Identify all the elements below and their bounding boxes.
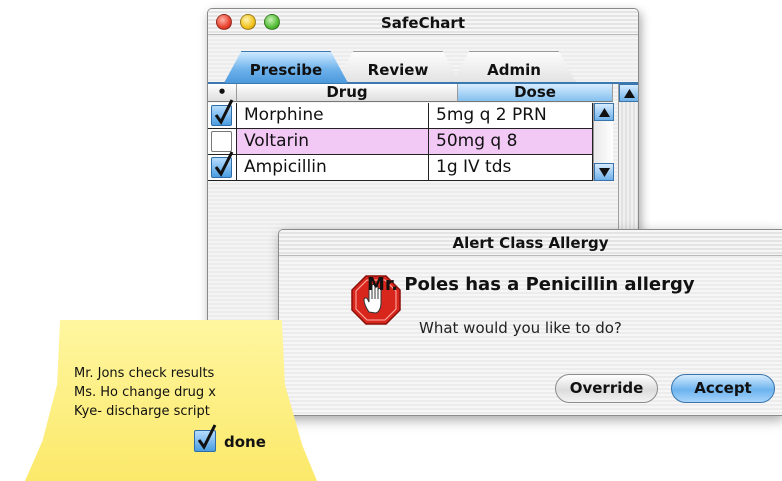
table-scrollbar[interactable]: [593, 103, 614, 181]
row-checkbox[interactable]: [211, 131, 232, 152]
drug-cell: Morphine: [237, 103, 429, 128]
window-scroll-up-button[interactable]: [619, 84, 638, 102]
table-row[interactable]: Morphine 5mg q 2 PRN: [208, 99, 593, 129]
dose-column-header[interactable]: Dose: [458, 84, 613, 102]
arrow-up-icon: [624, 89, 635, 98]
done-label: done: [224, 433, 266, 451]
done-checkbox[interactable]: [194, 424, 217, 452]
arrow-up-icon: [599, 108, 610, 117]
note-line: Kye- discharge script: [74, 404, 210, 419]
drug-cell: Ampicillin: [237, 155, 429, 180]
drug-column-header[interactable]: Drug: [237, 84, 458, 102]
tab-admin[interactable]: Admin: [452, 51, 576, 83]
alert-title: Alert Class Allergy: [279, 230, 782, 256]
scroll-up-button[interactable]: [594, 103, 614, 121]
checkmark-icon: [197, 424, 217, 450]
title-bar[interactable]: SafeChart: [208, 9, 638, 35]
row-checkbox-cell: [208, 151, 237, 180]
table-row[interactable]: Voltarin 50mg q 8: [208, 129, 593, 155]
row-checkbox-cell: [208, 99, 237, 128]
dose-cell: 50mg q 8: [429, 129, 593, 154]
window-title: SafeChart: [380, 14, 465, 32]
tab-review[interactable]: Review: [336, 51, 460, 83]
override-button[interactable]: Override: [555, 374, 658, 403]
table-row[interactable]: Ampicillin 1g IV tds: [208, 151, 593, 181]
tab-prescibe[interactable]: Prescibe: [224, 51, 348, 83]
dose-cell: 1g IV tds: [429, 155, 593, 180]
note-line: Ms. Ho change drug x: [74, 385, 217, 400]
allergy-alert-dialog: Alert Class Allergy Mr. Poles has a Peni…: [278, 229, 782, 416]
row-checkbox[interactable]: [211, 99, 234, 126]
arrow-down-icon: [599, 168, 610, 177]
alert-question: What would you like to do?: [419, 319, 622, 337]
note-line: Mr. Jons check results: [74, 366, 215, 381]
alert-message: Mr. Poles has a Penicillin allergy: [367, 274, 695, 295]
scroll-down-button[interactable]: [594, 163, 614, 181]
dose-cell: 5mg q 2 PRN: [429, 103, 593, 128]
accept-button[interactable]: Accept: [671, 374, 775, 403]
checkmark-icon: [214, 151, 234, 177]
row-checkbox[interactable]: [211, 151, 234, 178]
drug-cell: Voltarin: [237, 129, 429, 154]
sticky-note: [25, 320, 317, 481]
checkmark-icon: [214, 99, 234, 125]
